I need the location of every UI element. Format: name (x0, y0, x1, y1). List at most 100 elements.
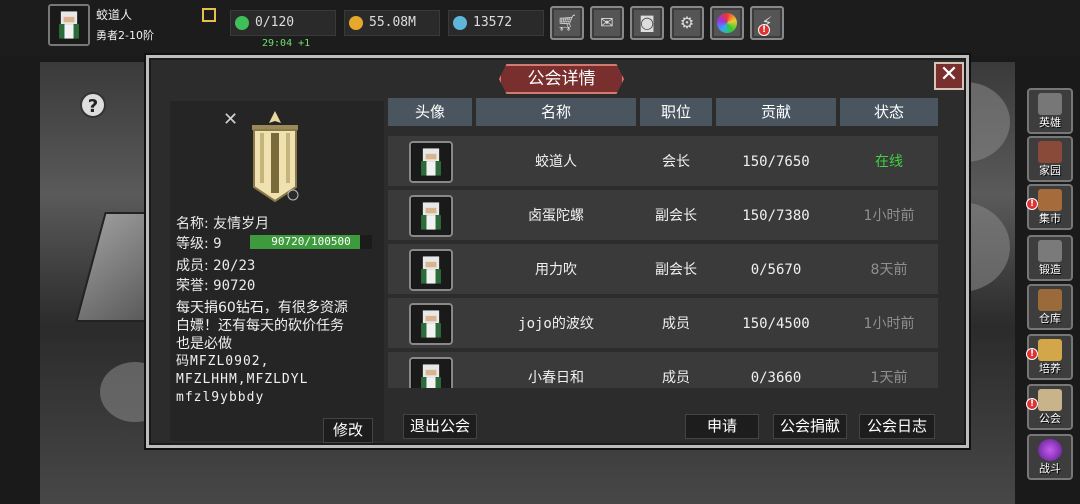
dialog-title: 公会详情 (499, 64, 624, 94)
guild-members-line: 成员: 20/23 (176, 258, 256, 274)
side-menu-forge[interactable]: 锻造 (1027, 235, 1073, 281)
close-button[interactable]: ✕ (934, 62, 964, 90)
gear-icon: ⚙ (679, 13, 695, 32)
side-menu-battle[interactable]: 战斗 (1027, 434, 1073, 480)
player-name: 蛟道人 (96, 8, 133, 22)
market-stall-icon (1038, 189, 1062, 211)
gamepad-button[interactable]: ◙ (630, 6, 664, 40)
side-menu-market[interactable]: ! 集市 (1026, 184, 1073, 230)
member-row[interactable]: 小春日和 成员 0/3660 1天前 (388, 352, 938, 388)
shop-button[interactable]: 🛒︎ (550, 6, 584, 40)
guild-info-panel: ✕ 名称: 友情岁月 等级: 9 90720/100500 成员: 20/23 (170, 101, 384, 441)
column-header-status: 状态 (840, 98, 938, 126)
member-role: 会长 (662, 154, 690, 170)
trophy-icon (1038, 339, 1062, 361)
portal-icon (1038, 439, 1062, 461)
member-list[interactable]: 蛟道人 会长 150/7650 在线 卤蛋陀螺 副会长 150/7380 1小时… (388, 136, 938, 388)
guild-name-line: 名称: 友情岁月 (176, 216, 270, 232)
apply-button[interactable]: 申请 (685, 414, 759, 439)
member-contribution: 0/5670 (750, 262, 802, 278)
gem-counter: 13572 (448, 10, 544, 36)
member-contribution: 150/7380 (742, 208, 810, 224)
member-name: 蛟道人 (535, 154, 577, 170)
edit-icon[interactable] (202, 8, 216, 22)
top-bar: 蛟道人 勇者2-10阶 0/120 29:04 +1 55.08M 13572 … (0, 0, 1080, 56)
player-avatar[interactable] (48, 4, 90, 46)
member-avatar[interactable] (409, 357, 453, 388)
side-menu-warehouse[interactable]: 仓库 (1027, 284, 1073, 330)
member-role: 成员 (662, 316, 690, 332)
member-status: 在线 (875, 154, 903, 170)
member-role: 成员 (662, 370, 690, 386)
column-header-role: 职位 (640, 98, 712, 126)
member-contribution: 0/3660 (750, 370, 802, 386)
guild-xp-bar: 90720/100500 (250, 235, 372, 249)
member-table-header: 头像 名称 职位 贡献 状态 (388, 98, 938, 126)
mail-icon: ✉ (600, 13, 614, 32)
shop-cart-icon: 🛒︎ (556, 13, 578, 32)
side-menu-home[interactable]: 家园 (1027, 136, 1073, 182)
member-contribution: 150/7650 (742, 154, 810, 170)
guild-log-button[interactable]: 公会日志 (859, 414, 935, 439)
member-avatar[interactable] (409, 303, 453, 345)
player-rank: 勇者2-10阶 (96, 29, 154, 42)
leave-guild-button[interactable]: 退出公会 (403, 414, 477, 439)
notification-badge: ! (1026, 398, 1038, 410)
mail-button[interactable]: ✉ (590, 6, 624, 40)
member-row[interactable]: 卤蛋陀螺 副会长 150/7380 1小时前 (388, 190, 938, 242)
member-status: 1小时前 (863, 316, 915, 332)
side-menu-heroes[interactable]: 英雄 (1027, 88, 1073, 134)
column-header-contribution: 贡献 (716, 98, 836, 126)
alert-button[interactable]: ⚡! (750, 6, 784, 40)
guild-scroll-icon (1038, 389, 1062, 411)
member-name: 小春日和 (528, 370, 584, 386)
member-status: 1天前 (870, 370, 908, 386)
guild-honor-line: 荣誉: 90720 (176, 278, 256, 294)
gold-value: 55.08M (369, 15, 416, 30)
edit-notice-button[interactable]: 修改 (323, 418, 373, 443)
member-avatar[interactable] (409, 195, 453, 237)
close-small-icon: ✕ (223, 109, 239, 130)
gold-coin-icon (349, 16, 363, 30)
anvil-icon (1038, 240, 1062, 262)
close-icon: ✕ (939, 62, 959, 87)
guild-banner-icon (252, 111, 299, 203)
member-row[interactable]: jojo的波纹 成员 150/4500 1小时前 (388, 298, 938, 350)
guild-donate-button[interactable]: 公会捐献 (773, 414, 847, 439)
guild-level: 9 (213, 236, 222, 252)
member-status: 8天前 (870, 262, 908, 278)
notification-badge: ! (1026, 198, 1038, 210)
column-header-avatar: 头像 (388, 98, 472, 126)
energy-value: 0/120 (255, 15, 295, 30)
member-row[interactable]: 蛟道人 会长 150/7650 在线 (388, 136, 938, 188)
guild-name: 友情岁月 (213, 216, 270, 232)
guild-xp-text: 90720/100500 (271, 235, 351, 248)
member-name: jojo的波纹 (518, 316, 594, 332)
member-status: 1小时前 (863, 208, 915, 224)
guild-details-dialog: 公会详情 ✕ ✕ 名称: 友情岁月 等级: 9 90720/100500 成员:… (146, 55, 969, 448)
chest-icon (1038, 289, 1062, 311)
member-name: 用力吹 (535, 262, 577, 278)
member-name: 卤蛋陀螺 (528, 208, 584, 224)
guild-member-count: 20/23 (213, 258, 256, 274)
side-menu-guild[interactable]: ! 公会 (1026, 384, 1073, 430)
member-avatar[interactable] (409, 249, 453, 291)
color-wheel-button[interactable] (710, 6, 744, 40)
gem-icon (453, 16, 467, 30)
column-header-name: 名称 (476, 98, 636, 126)
notification-badge: ! (1026, 348, 1038, 360)
side-menu-training[interactable]: ! 培养 (1026, 334, 1073, 380)
gamepad-icon: ◙ (639, 13, 655, 32)
help-button[interactable]: ? (80, 92, 106, 118)
member-avatar[interactable] (409, 141, 453, 183)
guild-level-line: 等级: 9 (176, 236, 222, 252)
member-role: 副会长 (655, 208, 697, 224)
energy-timer: 29:04 +1 (262, 38, 311, 49)
gem-value: 13572 (473, 15, 513, 30)
member-row[interactable]: 用力吹 副会长 0/5670 8天前 (388, 244, 938, 296)
lightning-icon (235, 16, 249, 30)
notification-badge: ! (758, 24, 770, 36)
settings-button[interactable]: ⚙ (670, 6, 704, 40)
house-icon (1038, 141, 1062, 163)
gold-counter: 55.08M (344, 10, 440, 36)
